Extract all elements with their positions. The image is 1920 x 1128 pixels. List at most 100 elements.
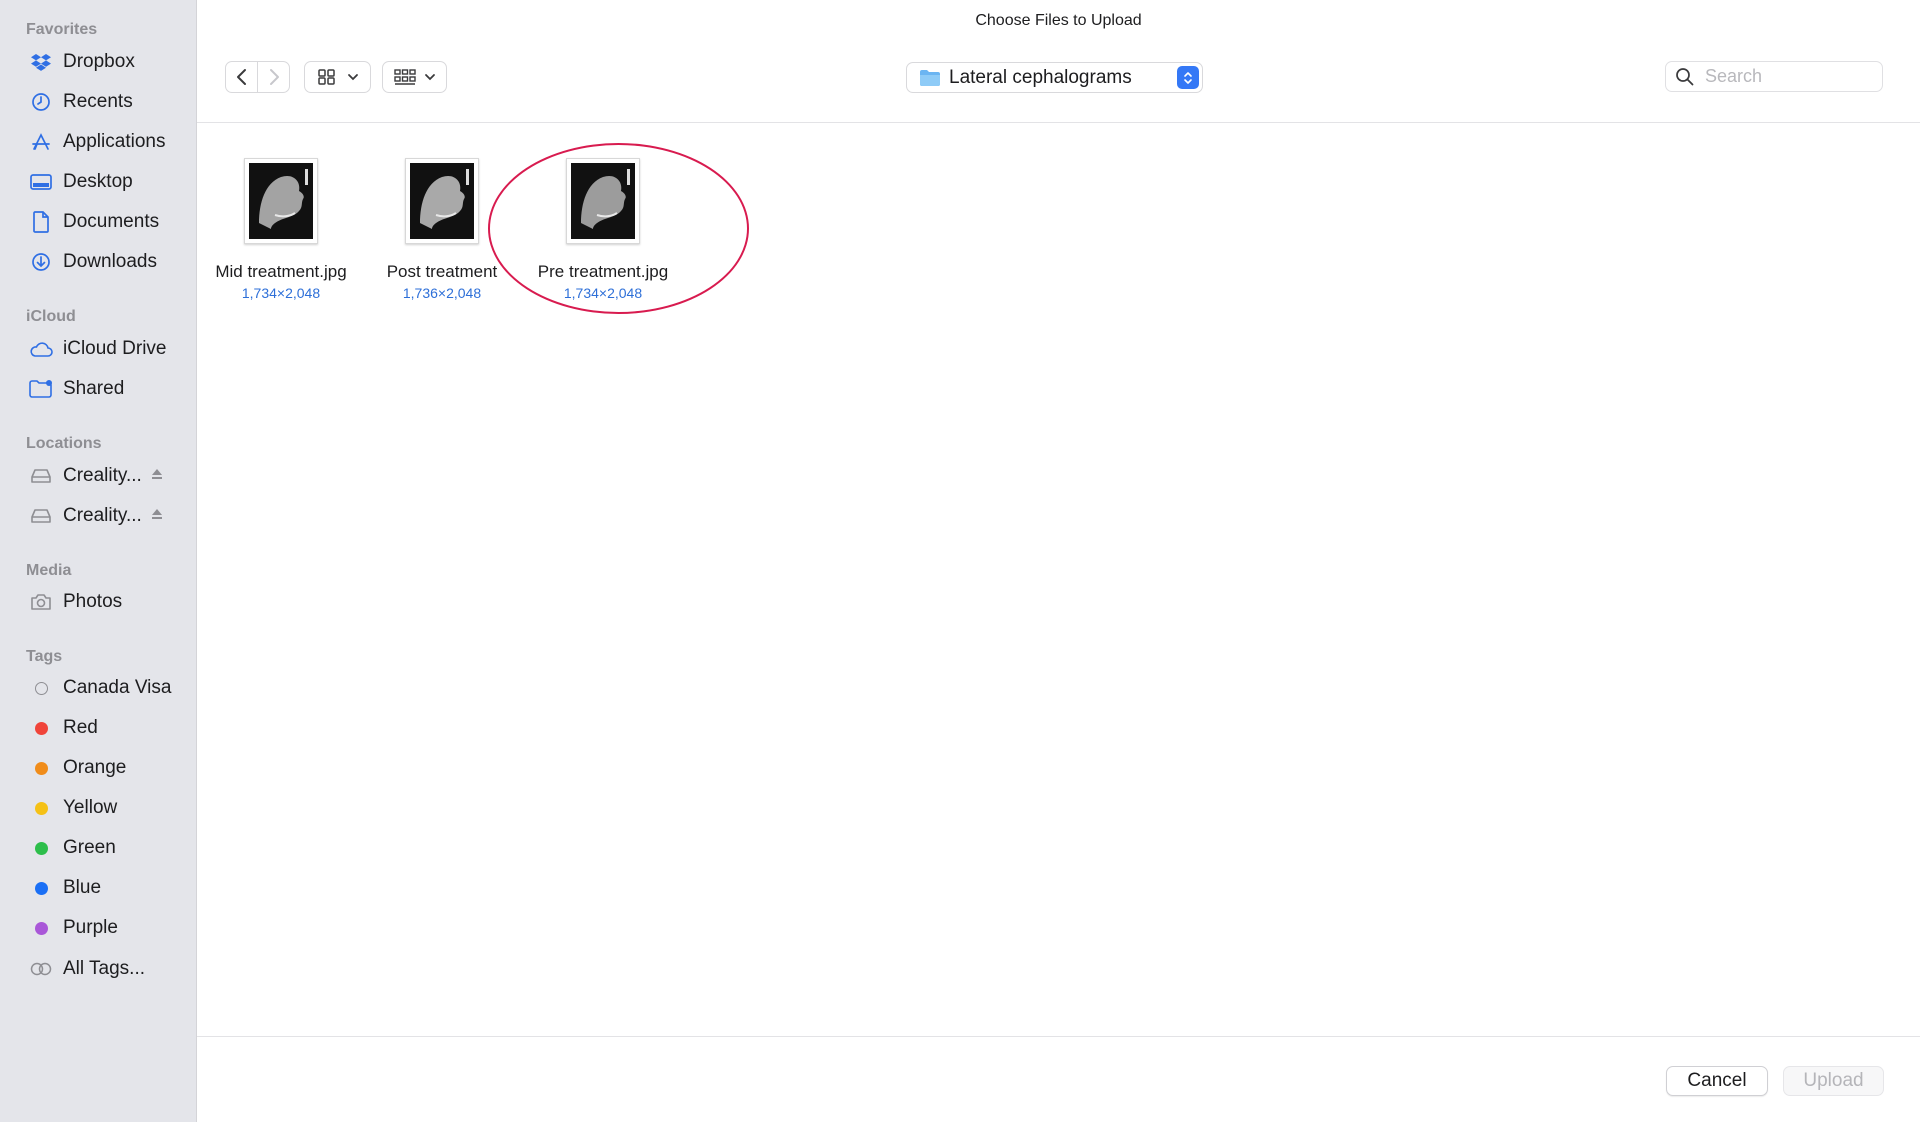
sidebar-item-tag-yellow[interactable]: Yellow (10, 790, 188, 826)
sidebar-item-shared[interactable]: Shared (10, 371, 188, 407)
file-dimensions: 1,736×2,048 (402, 285, 482, 301)
tag-dot-icon (28, 795, 54, 821)
xray-thumbnail-icon (566, 158, 640, 244)
sidebar-item-label: Recents (63, 91, 133, 112)
camera-icon (28, 589, 54, 615)
view-mode-button[interactable] (304, 61, 371, 93)
tag-dot-icon (28, 755, 54, 781)
sidebar-item-label: Photos (63, 591, 123, 612)
sidebar-item-label: All Tags... (63, 958, 146, 979)
group-icon (393, 69, 416, 85)
chevron-left-icon (236, 69, 246, 85)
tag-dot-icon (28, 915, 54, 941)
file-item[interactable]: Pre treatment.jpg 1,734×2,048 (523, 158, 683, 301)
search-field[interactable] (1665, 61, 1883, 92)
drive-icon (28, 463, 54, 489)
dropbox-icon (28, 49, 54, 75)
tag-empty-icon (28, 675, 54, 701)
sidebar-item-label: Canada Visa (63, 677, 172, 698)
file-name: Pre treatment.jpg (537, 262, 669, 281)
sidebar-item-icloud-drive[interactable]: iCloud Drive (10, 331, 188, 367)
sidebar-item-label: Desktop (63, 171, 133, 192)
sidebar-item-label: Creality... (63, 465, 142, 486)
cloud-icon (28, 336, 54, 362)
sidebar-item-label: Red (63, 717, 98, 738)
sidebar-item-applications[interactable]: Applications (10, 124, 188, 160)
sidebar-item-label: Shared (63, 378, 125, 399)
sidebar-item-creality-1[interactable]: Creality... (10, 458, 188, 494)
sidebar-item-tag-orange[interactable]: Orange (10, 750, 188, 786)
sidebar-item-all-tags[interactable]: All Tags... (10, 951, 188, 987)
tag-dot-icon (28, 715, 54, 741)
sidebar-item-tag-blue[interactable]: Blue (10, 870, 188, 906)
section-favorites: Favorites (26, 21, 98, 38)
all-tags-icon (28, 956, 54, 982)
location-label: Lateral cephalograms (949, 66, 1132, 88)
sidebar-item-label: Purple (63, 917, 118, 938)
shared-folder-icon (28, 376, 54, 402)
file-item[interactable]: Post treatment 1,736×2,048 (362, 158, 522, 301)
sidebar-item-label: Blue (63, 877, 102, 898)
sidebar-item-label: iCloud Drive (63, 338, 167, 359)
sidebar-item-documents[interactable]: Documents (10, 204, 188, 240)
sidebar-item-tag-red[interactable]: Red (10, 710, 188, 746)
grid-view-icon (317, 69, 335, 85)
forward-button[interactable] (257, 61, 290, 93)
back-button[interactable] (225, 61, 258, 93)
search-icon (1676, 67, 1694, 85)
sidebar-item-desktop[interactable]: Desktop (10, 164, 188, 200)
applications-icon (28, 129, 54, 155)
cancel-button[interactable]: Cancel (1666, 1066, 1768, 1096)
location-popup[interactable]: Lateral cephalograms (906, 62, 1203, 93)
desktop-icon (28, 169, 54, 195)
sidebar-item-tag-purple[interactable]: Purple (10, 910, 188, 946)
dialog-title: Choose Files to Upload (975, 12, 1142, 29)
sidebar-item-recents[interactable]: Recents (10, 84, 188, 120)
tag-dot-icon (28, 835, 54, 861)
document-icon (28, 209, 54, 235)
file-item[interactable]: Mid treatment.jpg 1,734×2,048 (201, 158, 361, 301)
sidebar-item-tag-green[interactable]: Green (10, 830, 188, 866)
sidebar-item-photos[interactable]: Photos (10, 584, 188, 620)
chevron-down-icon (424, 74, 435, 81)
tag-dot-icon (28, 875, 54, 901)
sidebar-item-downloads[interactable]: Downloads (10, 244, 188, 280)
file-name: Mid treatment.jpg (215, 262, 347, 281)
section-media: Media (26, 562, 72, 579)
sidebar-item-label: Dropbox (63, 51, 135, 72)
file-dimensions: 1,734×2,048 (563, 285, 643, 301)
sidebar-item-label: Applications (63, 131, 166, 152)
sidebar-item-label: Downloads (63, 251, 157, 272)
section-icloud: iCloud (26, 308, 76, 325)
chevron-right-icon (269, 69, 279, 85)
sidebar-item-tag-canada-visa[interactable]: Canada Visa (10, 670, 188, 706)
sidebar-item-creality-2[interactable]: Creality... (10, 498, 188, 534)
toolbar-divider (197, 122, 1920, 123)
xray-thumbnail-icon (405, 158, 479, 244)
section-tags: Tags (26, 648, 63, 665)
file-dimensions: 1,734×2,048 (241, 285, 321, 301)
group-by-button[interactable] (382, 61, 447, 93)
sidebar-item-label: Orange (63, 757, 127, 778)
drive-icon (28, 503, 54, 529)
eject-icon[interactable] (150, 467, 164, 486)
xray-thumbnail-icon (244, 158, 318, 244)
search-input[interactable] (1703, 65, 1877, 88)
upload-button[interactable]: Upload (1783, 1066, 1884, 1096)
eject-icon[interactable] (150, 507, 164, 526)
folder-icon (920, 69, 940, 86)
section-locations: Locations (26, 435, 102, 452)
footer-divider (197, 1036, 1920, 1037)
clock-icon (28, 89, 54, 115)
download-icon (28, 249, 54, 275)
sidebar-item-label: Green (63, 837, 116, 858)
file-browser: Choose Files to Upload Lateral cephalogr… (197, 0, 1920, 1122)
sidebar-item-label: Creality... (63, 505, 142, 526)
chevron-down-icon (347, 74, 358, 81)
sidebar-item-label: Documents (63, 211, 160, 232)
sidebar-item-dropbox[interactable]: Dropbox (10, 44, 188, 80)
sidebar: Favorites Dropbox Recents Applications D… (0, 0, 197, 1122)
stepper-icon (1177, 66, 1199, 89)
file-name: Post treatment (386, 262, 498, 281)
sidebar-item-label: Yellow (63, 797, 118, 818)
